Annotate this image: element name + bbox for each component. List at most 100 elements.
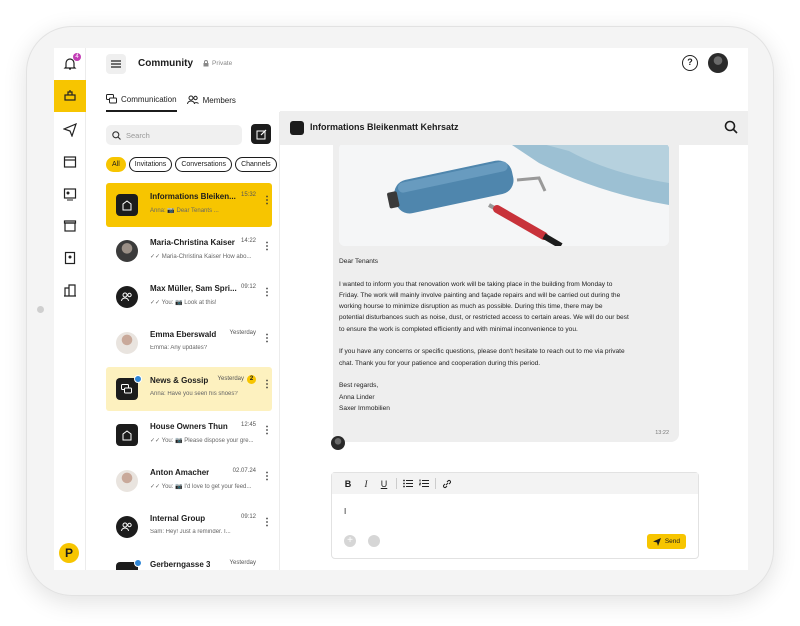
app-screen: 4 P Community Private ? Communication Me… bbox=[54, 48, 748, 570]
bold-icon[interactable]: B bbox=[342, 479, 354, 489]
emoji-icon[interactable] bbox=[368, 535, 380, 547]
paper-plane-icon bbox=[63, 123, 77, 137]
message-text: Dear Tenants I wanted to inform you that… bbox=[339, 256, 629, 414]
rail-item-archive[interactable] bbox=[54, 210, 86, 242]
numbered-list-icon[interactable] bbox=[419, 479, 429, 488]
filter-invitations[interactable]: Invitations bbox=[128, 157, 173, 172]
chat-header: Informations Bleikenmatt Kehrsatz bbox=[280, 111, 748, 145]
more-options-icon[interactable]: ⋮ bbox=[262, 242, 272, 252]
underline-icon[interactable]: U bbox=[378, 479, 390, 489]
channel-avatar bbox=[290, 121, 304, 135]
conversation-item[interactable]: Maria-Christina Kaiser 14:22 ✓✓ Maria-Ch… bbox=[106, 229, 272, 273]
filter-channels[interactable]: Channels bbox=[235, 157, 277, 172]
compose-button[interactable] bbox=[251, 124, 271, 144]
top-bar: Community Private ? bbox=[86, 48, 748, 84]
users-icon bbox=[186, 95, 199, 105]
attached-photo[interactable] bbox=[339, 145, 669, 246]
rail-item-notifications[interactable]: 4 bbox=[54, 48, 86, 80]
send-button[interactable]: Send bbox=[646, 534, 686, 549]
house-icon bbox=[122, 430, 132, 441]
rail-item-directory[interactable] bbox=[54, 242, 86, 274]
conversation-preview: Anna: 📷 Dear Tenants ... bbox=[150, 208, 219, 214]
conversation-item[interactable]: News & Gossip Yesterday 2 Anna: Have you… bbox=[106, 367, 272, 411]
search-icon[interactable] bbox=[724, 120, 738, 134]
rail-item-messages[interactable] bbox=[54, 114, 86, 146]
camera-dot bbox=[37, 306, 44, 313]
more-options-icon[interactable]: ⋮ bbox=[262, 426, 272, 436]
privacy-text: Private bbox=[212, 60, 233, 67]
conversation-time: 15:32 bbox=[240, 192, 256, 198]
add-icon[interactable]: + bbox=[344, 535, 356, 547]
rail-item-buildings[interactable] bbox=[54, 274, 86, 306]
conversation-name: Max Müller, Sam Spri... bbox=[150, 284, 237, 293]
tab-members[interactable]: Members bbox=[186, 94, 236, 112]
conversation-item[interactable]: Internal Group 09:12 Sam: Hey! Just a re… bbox=[106, 505, 272, 549]
conversation-time: Yesterday bbox=[229, 330, 256, 336]
message-signature-org: Saxer Immobilien bbox=[339, 404, 390, 412]
italic-icon[interactable]: I bbox=[360, 479, 372, 489]
conversation-preview: ✓✓ Maria-Christina Kaiser How abo... bbox=[150, 254, 252, 260]
conversation-item[interactable]: Informations Bleiken... 15:32 Anna: 📷 De… bbox=[106, 183, 272, 227]
search-input[interactable]: Search bbox=[106, 125, 242, 145]
notification-badge: 4 bbox=[73, 53, 81, 61]
format-toolbar: B I U bbox=[332, 473, 698, 494]
conversation-preview: Sam: Hey! Just a reminder. I... bbox=[150, 529, 231, 535]
building-icon bbox=[64, 284, 76, 297]
rail-item-board[interactable] bbox=[54, 146, 86, 178]
brand-logo-icon: P bbox=[59, 543, 79, 563]
conversation-preview: ✓✓ You: 📷 Look at this! bbox=[150, 300, 217, 306]
message-paragraph: If you have any concerns or specific que… bbox=[339, 348, 625, 367]
more-options-icon[interactable]: ⋮ bbox=[262, 196, 272, 206]
more-options-icon[interactable]: ⋮ bbox=[262, 334, 272, 344]
community-icon bbox=[64, 90, 76, 101]
conversation-name: Maria-Christina Kaiser bbox=[150, 238, 235, 247]
bullet-list-icon[interactable] bbox=[403, 479, 413, 488]
tab-communication[interactable]: Communication bbox=[106, 94, 177, 112]
channel-badge bbox=[134, 559, 142, 567]
more-options-icon[interactable]: ⋮ bbox=[262, 518, 272, 528]
help-button[interactable]: ? bbox=[682, 55, 698, 71]
group-avatar bbox=[116, 194, 138, 216]
more-options-icon[interactable]: ⋮ bbox=[262, 380, 272, 390]
sender-avatar[interactable] bbox=[331, 436, 345, 450]
conversation-time: Yesterday bbox=[229, 560, 256, 566]
address-book-icon bbox=[64, 251, 76, 265]
conversation-item[interactable]: Gerberngasse 3 Yesterday bbox=[106, 551, 272, 570]
paint-roller-image bbox=[339, 145, 669, 246]
message-paragraph: I wanted to inform you that renovation w… bbox=[339, 280, 629, 333]
chat-bubbles-icon bbox=[106, 94, 117, 104]
conversation-list-panel: Search All Invitations Conversations Cha… bbox=[86, 112, 280, 570]
filter-all[interactable]: All bbox=[106, 157, 126, 172]
message-composer: B I U I + Send bbox=[331, 472, 699, 559]
conversation-name: Informations Bleiken... bbox=[150, 192, 236, 201]
search-icon bbox=[112, 130, 121, 140]
message-greeting: Dear Tenants bbox=[339, 258, 379, 265]
building-icon bbox=[122, 200, 132, 211]
paper-plane-icon bbox=[652, 537, 661, 546]
rail-item-community[interactable] bbox=[54, 80, 86, 112]
composer-input[interactable]: I bbox=[344, 507, 346, 516]
rail-item-contacts[interactable] bbox=[54, 178, 86, 210]
menu-button[interactable] bbox=[106, 54, 126, 74]
conversation-name: Gerberngasse 3 bbox=[150, 560, 211, 569]
conversation-time: 09:12 bbox=[240, 284, 256, 290]
conversation-item[interactable]: House Owners Thun 12:45 ✓✓ You: 📷 Please… bbox=[106, 413, 272, 457]
tab-bar: Communication Members bbox=[106, 94, 236, 112]
group-avatar bbox=[116, 516, 138, 538]
more-options-icon[interactable]: ⋮ bbox=[262, 288, 272, 298]
conversation-item[interactable]: Anton Amacher 02.07.24 ✓✓ You: 📷 I'd lov… bbox=[106, 459, 272, 503]
more-options-icon[interactable]: ⋮ bbox=[262, 472, 272, 482]
filter-conversations[interactable]: Conversations bbox=[175, 157, 233, 172]
page-title: Community bbox=[138, 58, 193, 69]
users-icon bbox=[121, 522, 132, 532]
conversation-item[interactable]: Max Müller, Sam Spri... 09:12 ✓✓ You: 📷 … bbox=[106, 275, 272, 319]
user-avatar[interactable] bbox=[708, 53, 728, 73]
message-closing: Best regards, bbox=[339, 382, 379, 390]
conversation-item[interactable]: Emma Eberswald Yesterday Emma: Any updat… bbox=[106, 321, 272, 365]
message-signature-name: Anna Linder bbox=[339, 393, 375, 401]
unread-count-badge: 2 bbox=[247, 375, 256, 384]
search-placeholder: Search bbox=[126, 130, 150, 140]
link-icon[interactable] bbox=[442, 479, 452, 489]
tab-communication-label: Communication bbox=[121, 94, 177, 104]
users-icon bbox=[121, 292, 132, 302]
